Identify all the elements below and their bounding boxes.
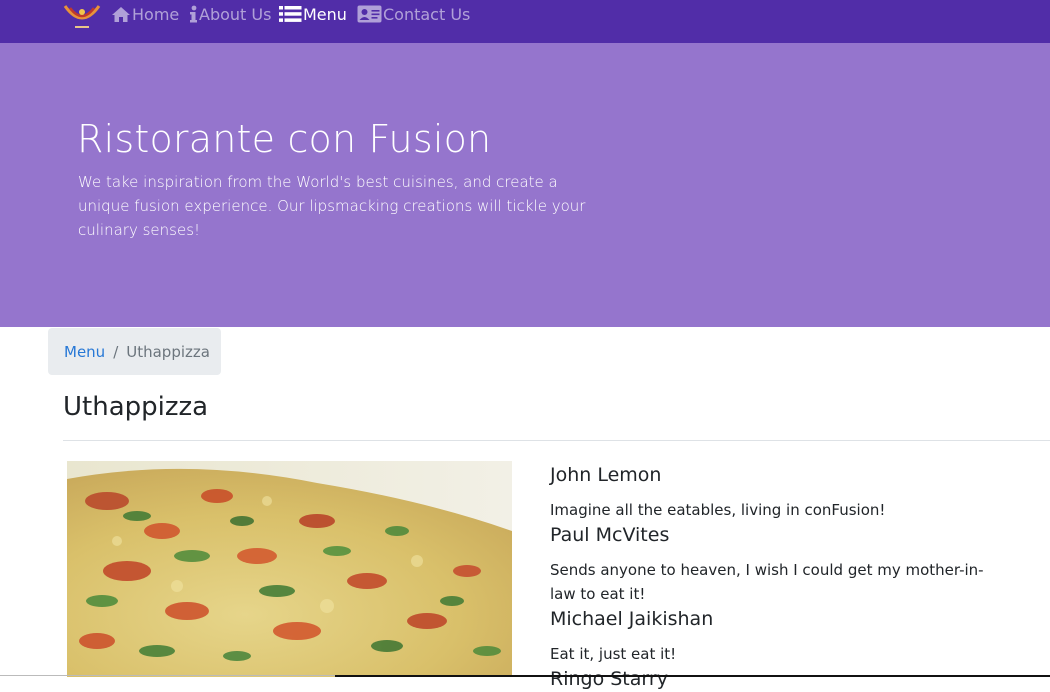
breadcrumb: Menu / Uthappizza	[48, 328, 221, 375]
restaurant-title: Ristorante con Fusion	[77, 117, 492, 161]
restaurant-logo[interactable]	[62, 0, 102, 32]
breadcrumb-separator: /	[113, 342, 119, 361]
dish-title: Uthappizza	[63, 392, 209, 422]
pizza-image	[67, 461, 512, 677]
nav-home-label: Home	[132, 4, 180, 24]
address-card-icon	[357, 5, 382, 23]
comment-text: Eat it, just eat it!	[550, 645, 677, 663]
breadcrumb-menu-link[interactable]: Menu	[64, 343, 105, 361]
nav-contact-label: Contact Us	[383, 4, 471, 24]
window-edge	[0, 675, 335, 676]
comments-list: John Lemon Imagine all the eatables, liv…	[550, 462, 990, 692]
comment-text: Sends anyone to heaven, I wish I could g…	[550, 561, 984, 603]
breadcrumb-active-item: Uthappizza	[126, 342, 210, 361]
comment-author: Michael Jaikishan	[550, 608, 714, 630]
nav-menu[interactable]: Menu	[279, 3, 347, 25]
divider	[63, 440, 1050, 441]
nav-menu-label: Menu	[303, 4, 347, 24]
nav-contact[interactable]: Contact Us	[357, 3, 470, 25]
comment-author: John Lemon	[550, 464, 662, 486]
nav-home[interactable]: Home	[111, 3, 179, 25]
nav-about-label: About Us	[199, 4, 272, 24]
info-icon	[190, 5, 197, 23]
home-icon	[112, 6, 130, 22]
comment-author: Paul McVites	[550, 524, 670, 546]
comment-text: Imagine all the eatables, living in conF…	[550, 501, 886, 519]
comment-author: Ringo Starry	[550, 668, 668, 690]
restaurant-description: We take inspiration from the World's bes…	[78, 173, 586, 239]
list-icon	[279, 6, 302, 22]
nav-about[interactable]: About Us	[189, 3, 271, 25]
navbar: Home About Us Menu Contact Us	[0, 0, 1050, 43]
dish-image	[67, 461, 512, 677]
jumbotron: Ristorante con Fusion We take inspiratio…	[0, 43, 1050, 327]
